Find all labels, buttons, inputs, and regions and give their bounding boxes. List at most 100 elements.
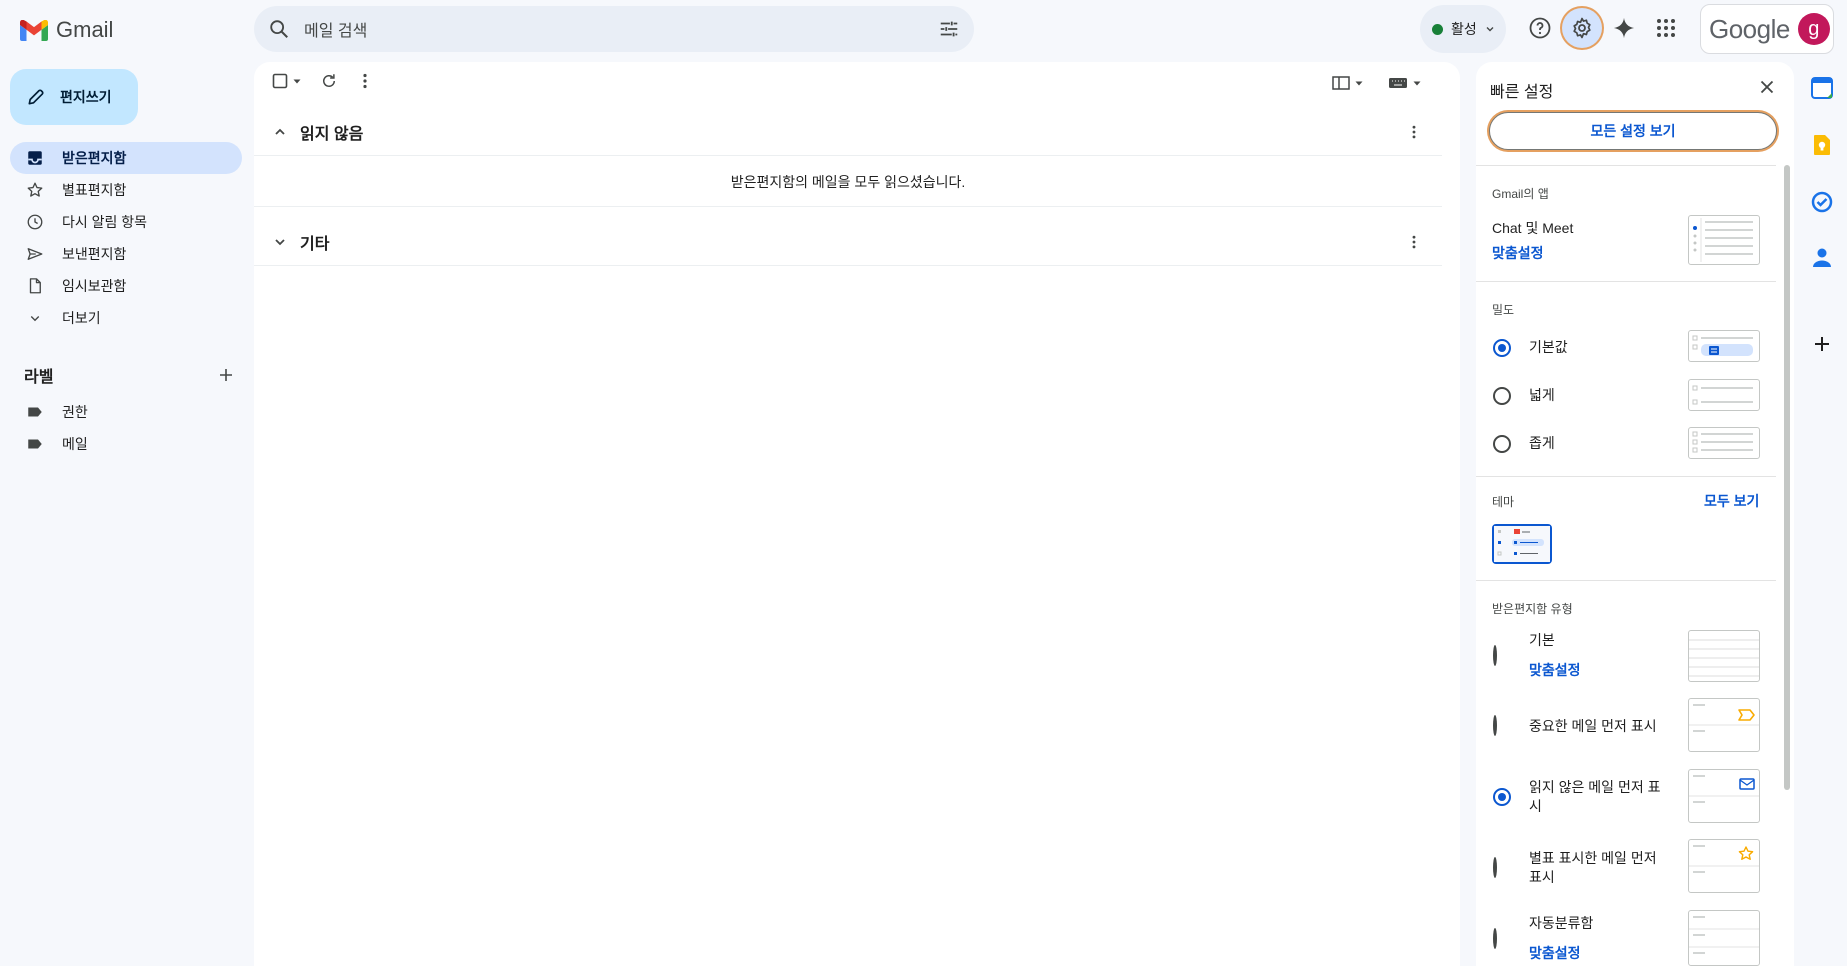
gmail-logo[interactable]: Gmail	[20, 12, 113, 48]
label-item[interactable]: 권한	[10, 396, 242, 428]
inbox-unread-thumbnail	[1688, 769, 1760, 823]
label-item-text: 메일	[62, 436, 88, 452]
inbox-priority-customize-link[interactable]: 맞춤설정	[1529, 943, 1581, 963]
inbox-type-heading: 받은편지함 유형	[1492, 602, 1573, 616]
section-title: 읽지 않음	[300, 125, 364, 143]
theme-heading: 테마	[1492, 495, 1515, 509]
keep-icon	[1814, 135, 1830, 155]
apps-button[interactable]	[1646, 8, 1686, 48]
radio-button[interactable]	[1493, 338, 1511, 357]
close-button[interactable]	[1756, 76, 1778, 98]
sidebar-item-inbox[interactable]: 받은편지함	[10, 142, 242, 174]
label-tag-icon	[28, 407, 42, 417]
help-button[interactable]	[1520, 8, 1560, 48]
label-item[interactable]: 메일	[10, 428, 242, 460]
quick-settings-scrollbar[interactable]	[1784, 165, 1790, 790]
more-vert-icon[interactable]	[1406, 234, 1422, 250]
density-option-comfortable[interactable]: 넓게	[1493, 386, 1555, 405]
checkbox-icon	[272, 73, 288, 89]
google-wordmark: Google	[1709, 13, 1790, 44]
radio-button[interactable]	[1493, 434, 1511, 453]
chat-meet-thumbnail	[1688, 215, 1760, 265]
sidebar-item-snoozed[interactable]: 다시 알림 항목	[10, 206, 242, 238]
calendar-app-button[interactable]	[1808, 74, 1836, 102]
theme-see-all-link[interactable]: 모두 보기	[1704, 491, 1759, 511]
divider	[1476, 165, 1776, 166]
status-indicator[interactable]: 활성	[1420, 5, 1506, 53]
split-pane-toggle[interactable]	[1332, 76, 1364, 90]
sidebar-item-more[interactable]: 더보기	[10, 302, 242, 334]
sidebar-item-label: 임시보관함	[62, 278, 127, 294]
density-heading: 밀도	[1492, 303, 1515, 317]
density-option-default[interactable]: 기본값	[1493, 338, 1568, 357]
radio-button[interactable]	[1493, 857, 1497, 878]
send-icon	[27, 248, 43, 260]
inbox-default-customize-link[interactable]: 맞춤설정	[1529, 660, 1581, 680]
radio-button[interactable]	[1493, 928, 1497, 949]
inbox-starred-thumbnail	[1688, 839, 1760, 893]
apps-customize-link[interactable]: 맞춤설정	[1492, 243, 1544, 263]
search-icon[interactable]	[268, 18, 290, 40]
inbox-option-unread-first[interactable]	[1493, 788, 1511, 806]
inbox-option-label: 별표 표시한 메일 먼저 표시	[1529, 850, 1657, 885]
inbox-option-label: 자동분류함	[1529, 915, 1594, 931]
compose-button[interactable]: 편지쓰기	[10, 69, 138, 125]
sidebar-item-sent[interactable]: 보낸편지함	[10, 238, 242, 270]
inbox-option-label: 기본	[1529, 632, 1555, 648]
search-input[interactable]: 메일 검색	[304, 17, 938, 41]
inbox-option-important-first[interactable]	[1493, 715, 1497, 736]
density-default-thumbnail	[1688, 330, 1760, 362]
sidebar-item-label: 더보기	[62, 310, 101, 326]
clock-icon	[27, 214, 43, 230]
inbox-option-default[interactable]	[1493, 645, 1497, 666]
refresh-icon[interactable]	[320, 72, 338, 90]
account-button[interactable]: Google g	[1700, 4, 1834, 54]
help-icon	[1529, 17, 1551, 39]
inbox-priority-thumbnail	[1688, 910, 1760, 966]
inbox-option-starred-first[interactable]	[1493, 857, 1497, 878]
section-title: 기타	[300, 235, 330, 253]
density-option-label: 넓게	[1529, 387, 1555, 403]
input-tools-toggle[interactable]	[1388, 77, 1422, 89]
sidebar-item-starred[interactable]: 별표편지함	[10, 174, 242, 206]
sidebar-nav: 받은편지함 별표편지함 다시 알림 항목 보낸편지함 임시보관함 더보기	[10, 142, 242, 334]
radio-button[interactable]	[1493, 715, 1497, 736]
more-vert-icon[interactable]	[356, 72, 374, 90]
label-tag-icon	[28, 439, 42, 449]
inbox-option-priority[interactable]	[1493, 928, 1497, 949]
chevron-up-icon	[275, 128, 285, 135]
divider	[1476, 281, 1776, 282]
inbox-option-label: 읽지 않은 메일 먼저 표시	[1529, 779, 1661, 814]
section-other[interactable]: 기타	[254, 218, 1442, 266]
app-name: Gmail	[56, 17, 114, 42]
tasks-app-button[interactable]	[1808, 188, 1836, 216]
density-option-label: 기본값	[1529, 339, 1568, 355]
get-addons-button[interactable]	[1813, 335, 1831, 353]
more-vert-icon[interactable]	[1406, 124, 1422, 140]
keep-app-button[interactable]	[1808, 131, 1836, 159]
sidebar-item-label: 받은편지함	[62, 150, 127, 166]
section-unread[interactable]: 읽지 않음	[254, 108, 1442, 156]
search-options-icon[interactable]	[938, 18, 960, 40]
contacts-app-button[interactable]	[1808, 244, 1836, 272]
chevron-down-icon	[1486, 27, 1494, 32]
radio-button[interactable]	[1493, 645, 1497, 666]
contacts-icon	[1813, 248, 1831, 267]
see-all-settings-button[interactable]: 모든 설정 보기	[1489, 112, 1777, 150]
density-option-compact[interactable]: 좁게	[1493, 434, 1555, 453]
settings-button[interactable]	[1562, 8, 1602, 48]
inbox-icon	[28, 151, 42, 165]
add-label-icon[interactable]	[218, 367, 234, 383]
search-bar[interactable]: 메일 검색	[254, 6, 974, 52]
theme-thumbnail-default[interactable]	[1492, 524, 1552, 564]
gemini-button[interactable]	[1604, 8, 1644, 48]
sidebar-item-drafts[interactable]: 임시보관함	[10, 270, 242, 302]
select-all-checkbox[interactable]	[272, 73, 302, 89]
radio-button[interactable]	[1493, 788, 1511, 806]
radio-button[interactable]	[1493, 386, 1511, 405]
chevron-down-icon	[30, 316, 40, 322]
gmail-m-icon	[20, 19, 48, 41]
caret-down-icon	[1355, 81, 1363, 86]
mail-toolbar	[272, 72, 374, 90]
tasks-icon	[1811, 191, 1833, 213]
